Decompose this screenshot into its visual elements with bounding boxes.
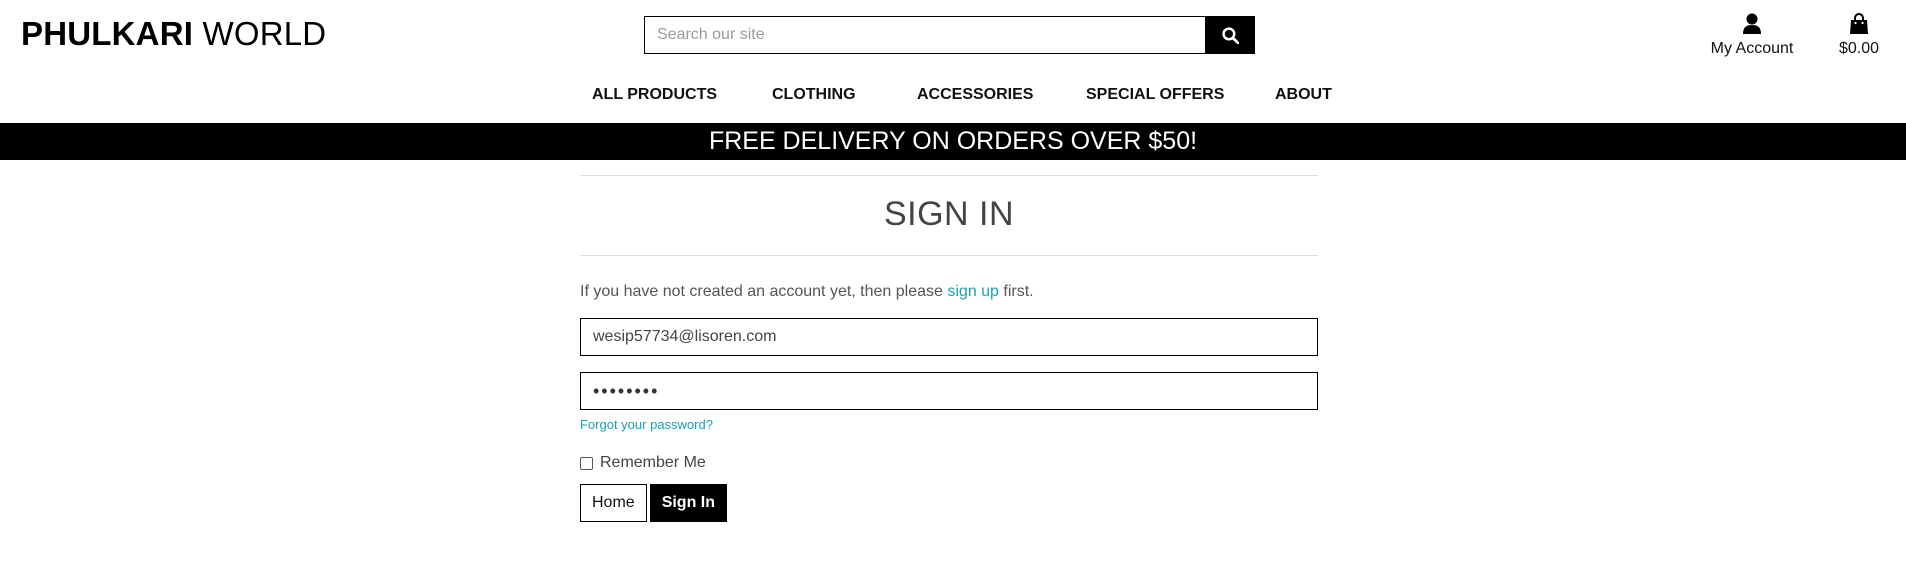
search-input[interactable]	[644, 16, 1205, 54]
home-button[interactable]: Home	[580, 484, 647, 522]
remember-me-label: Remember Me	[600, 454, 706, 471]
remember-me-row: Remember Me	[580, 453, 1318, 473]
logo-regular-text: WORLD	[193, 15, 327, 52]
user-icon	[1743, 13, 1761, 34]
signin-section: SIGN IN If you have not created an accou…	[580, 175, 1318, 522]
forgot-password-link[interactable]: Forgot your password?	[580, 417, 1318, 433]
nav-about[interactable]: ABOUT	[1275, 84, 1332, 106]
signup-prompt: If you have not created an account yet, …	[580, 282, 1318, 302]
remember-me-checkbox[interactable]	[580, 456, 593, 470]
search-button[interactable]	[1205, 16, 1255, 54]
bag-total: $0.00	[1838, 40, 1880, 57]
signup-prompt-before: If you have not created an account yet, …	[580, 283, 948, 300]
signup-prompt-after: first.	[998, 283, 1034, 300]
nav-all-products[interactable]: ALL PRODUCTS	[592, 84, 717, 106]
form-actions: Home Sign In	[580, 484, 1318, 522]
site-logo[interactable]: PHULKARI WORLD	[21, 14, 326, 54]
search-icon	[1221, 26, 1239, 44]
email-field[interactable]	[580, 318, 1318, 356]
page-title: SIGN IN	[883, 195, 1015, 233]
delivery-banner: FREE DELIVERY ON ORDERS OVER $50!	[0, 123, 1906, 160]
divider-bottom	[580, 255, 1318, 256]
logo-bold-text: PHULKARI	[21, 15, 194, 52]
shopping-bag-link[interactable]: $0.00	[1830, 12, 1888, 59]
password-field[interactable]	[580, 372, 1318, 410]
search-form	[644, 16, 1255, 54]
shopping-bag-icon	[1850, 13, 1868, 34]
nav-accessories[interactable]: ACCESSORIES	[917, 84, 1033, 106]
my-account-link[interactable]: My Account	[1702, 12, 1802, 59]
nav-special-offers[interactable]: SPECIAL OFFERS	[1086, 84, 1224, 106]
main-nav: ALL PRODUCTS CLOTHING ACCESSORIES SPECIA…	[0, 84, 1906, 106]
signin-button[interactable]: Sign In	[649, 484, 728, 522]
signup-link[interactable]: sign up	[947, 283, 999, 300]
nav-clothing[interactable]: CLOTHING	[772, 84, 856, 106]
my-account-label: My Account	[1710, 40, 1794, 57]
